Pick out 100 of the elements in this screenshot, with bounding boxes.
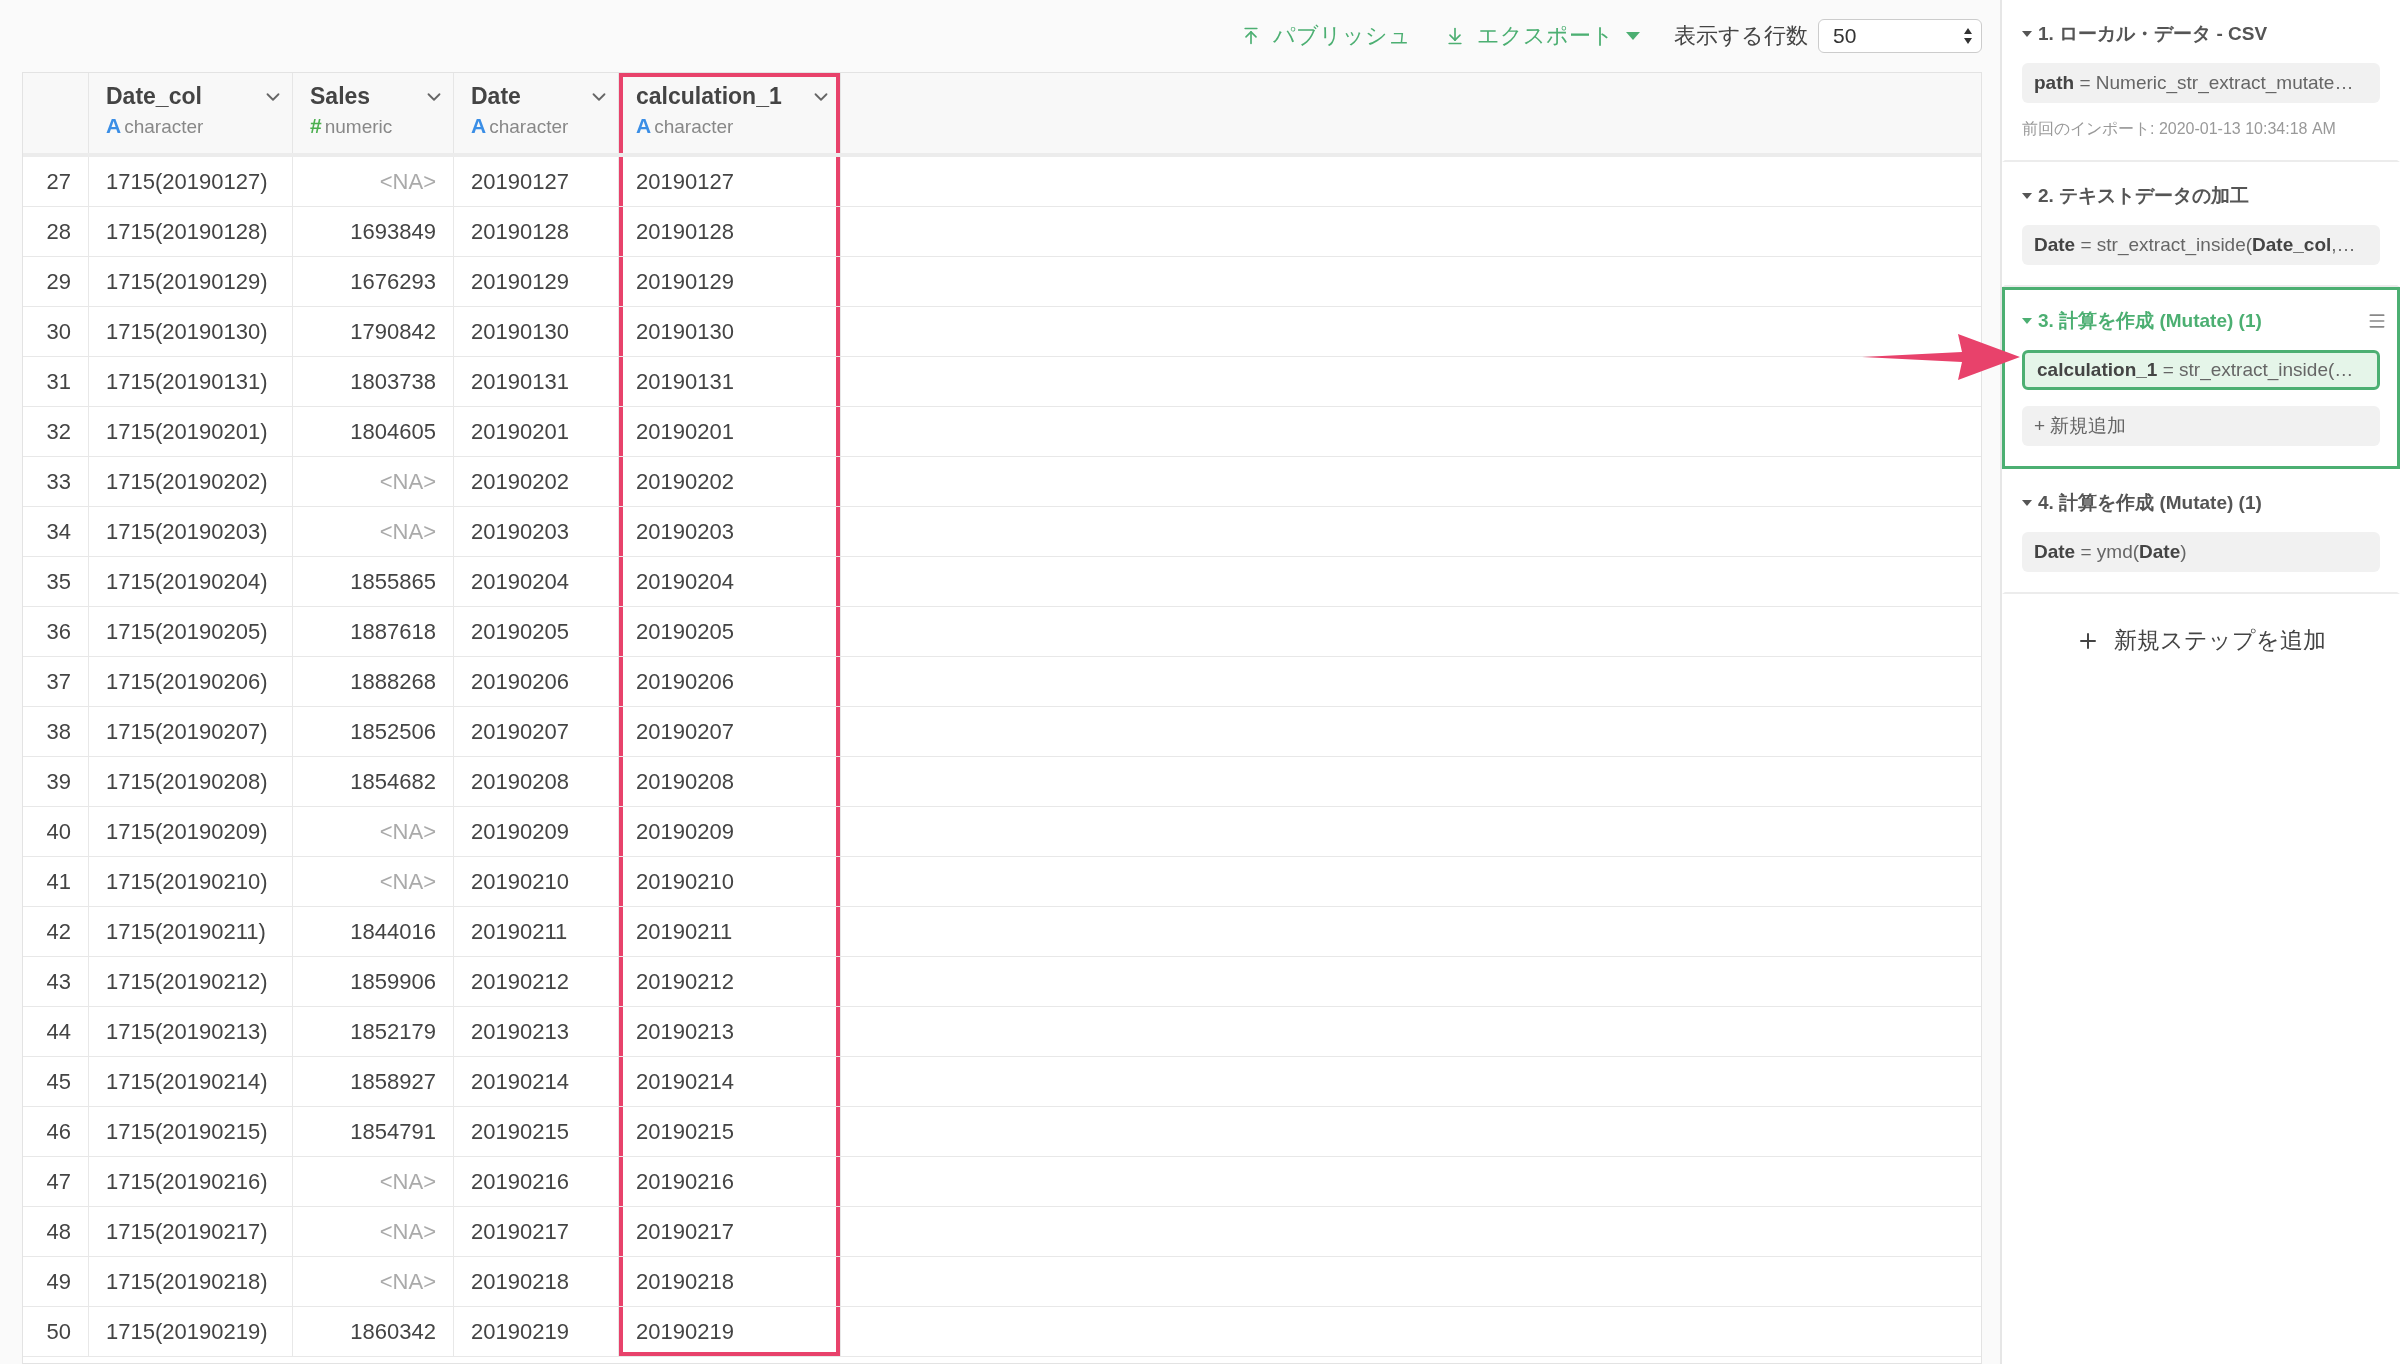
- row-number: 46: [23, 1107, 89, 1156]
- step-command[interactable]: calculation_1 = str_extract_inside(…: [2022, 350, 2380, 390]
- table-cell: 20190211: [454, 907, 619, 956]
- table-cell: 20190201: [454, 407, 619, 456]
- row-number: 48: [23, 1207, 89, 1256]
- table-cell: 20190127: [454, 157, 619, 206]
- table-cell: 20190207: [619, 707, 841, 756]
- table-cell: 1715(20190203): [89, 507, 293, 556]
- table-cell: 20190130: [454, 307, 619, 356]
- row-number: 44: [23, 1007, 89, 1056]
- import-note: 前回のインポート: 2020-01-13 10:34:18 AM: [2022, 119, 2337, 139]
- table-cell: 1715(20190217): [89, 1207, 293, 1256]
- table-cell: 1715(20190209): [89, 807, 293, 856]
- step-command[interactable]: Date = ymd(Date): [2022, 532, 2380, 572]
- table-cell: 20190128: [454, 207, 619, 256]
- expand-triangle-icon[interactable]: [2022, 500, 2032, 506]
- rows-select[interactable]: 50: [1818, 19, 1982, 53]
- table-cell: 1715(20190202): [89, 457, 293, 506]
- row-number: 31: [23, 357, 89, 406]
- missing-value-cell: <NA>: [293, 1207, 454, 1256]
- caret-icon: [1626, 32, 1640, 40]
- step-command[interactable]: Date = str_extract_inside(Date_col,…: [2022, 225, 2380, 265]
- row-number: 40: [23, 807, 89, 856]
- table-cell: 20190129: [454, 257, 619, 306]
- row-number: 32: [23, 407, 89, 456]
- missing-value-cell: <NA>: [293, 457, 454, 506]
- table-cell: 1715(20190207): [89, 707, 293, 756]
- table-cell: 1859906: [293, 957, 454, 1006]
- row-number: 27: [23, 157, 89, 206]
- table-cell: 1715(20190201): [89, 407, 293, 456]
- column-header[interactable]: Date A character: [454, 73, 619, 153]
- table-cell: 20190216: [619, 1157, 841, 1206]
- step-title: 4. 計算を作成 (Mutate) (1): [2038, 491, 2262, 515]
- table-cell: 20190213: [619, 1007, 841, 1056]
- row-number: 47: [23, 1157, 89, 1206]
- table-cell: 20190215: [454, 1107, 619, 1156]
- expand-triangle-icon[interactable]: [2022, 193, 2032, 199]
- missing-value-cell: <NA>: [293, 807, 454, 856]
- table-cell: 20190215: [619, 1107, 841, 1156]
- step-command[interactable]: path = Numeric_str_extract_mutate…: [2022, 63, 2380, 103]
- table-cell: 20190130: [619, 307, 841, 356]
- add-step-button[interactable]: 新規ステップを追加: [2070, 624, 2332, 657]
- table-cell: 20190127: [619, 157, 841, 206]
- row-number: 41: [23, 857, 89, 906]
- table-cell: 20190210: [619, 857, 841, 906]
- missing-value-cell: <NA>: [293, 857, 454, 906]
- table-cell: 1715(20190206): [89, 657, 293, 706]
- row-number: 42: [23, 907, 89, 956]
- table-cell: 1852506: [293, 707, 454, 756]
- table-cell: 20190206: [619, 657, 841, 706]
- table-cell: 20190210: [454, 857, 619, 906]
- table-cell: 20190212: [454, 957, 619, 1006]
- table-cell: 20190211: [619, 907, 841, 956]
- column-header[interactable]: calculation_1 A character: [619, 73, 841, 153]
- table-cell: 20190204: [619, 557, 841, 606]
- table-cell: 20190131: [454, 357, 619, 406]
- table-cell: 1715(20190218): [89, 1257, 293, 1306]
- row-number: 34: [23, 507, 89, 556]
- row-number: 33: [23, 457, 89, 506]
- table-cell: 20190218: [454, 1257, 619, 1306]
- table-cell: 20190219: [454, 1307, 619, 1356]
- table-cell: 20190205: [619, 607, 841, 656]
- table-cell: 20190216: [454, 1157, 619, 1206]
- table-cell: 1858927: [293, 1057, 454, 1106]
- step-card[interactable]: 2. テキストデータの加工 Date = str_extract_inside(Date_col,…: [2002, 162, 2400, 287]
- table-cell: 1715(20190212): [89, 957, 293, 1006]
- table-cell: 1715(20190216): [89, 1157, 293, 1206]
- row-number: 38: [23, 707, 89, 756]
- missing-value-cell: <NA>: [293, 1157, 454, 1206]
- table-cell: 1715(20190130): [89, 307, 293, 356]
- step-title: 2. テキストデータの加工: [2038, 184, 2250, 208]
- table-cell: 1715(20190211): [89, 907, 293, 956]
- upload-icon: [1241, 26, 1261, 46]
- table-cell: 20190213: [454, 1007, 619, 1056]
- table-cell: 1715(20190128): [89, 207, 293, 256]
- table-cell: 20190128: [619, 207, 841, 256]
- table-cell: 20190209: [619, 807, 841, 856]
- column-header[interactable]: Date_col A character: [89, 73, 293, 153]
- row-number: 30: [23, 307, 89, 356]
- step-card[interactable]: 4. 計算を作成 (Mutate) (1) Date = ymd(Date): [2002, 469, 2400, 594]
- row-number: 36: [23, 607, 89, 656]
- table-cell: 1715(20190213): [89, 1007, 293, 1056]
- table-cell: 1860342: [293, 1307, 454, 1356]
- step-title: 3. 計算を作成 (Mutate) (1): [2038, 309, 2262, 333]
- table-cell: 20190217: [619, 1207, 841, 1256]
- table-cell: 20190201: [619, 407, 841, 456]
- expand-triangle-icon[interactable]: [2022, 31, 2032, 37]
- table-cell: 20190214: [454, 1057, 619, 1106]
- row-number: 49: [23, 1257, 89, 1306]
- column-header[interactable]: Sales #numeric: [293, 73, 454, 153]
- menu-icon[interactable]: [2367, 311, 2387, 331]
- table-cell: 1715(20190208): [89, 757, 293, 806]
- row-number: 35: [23, 557, 89, 606]
- table-cell: 1804605: [293, 407, 454, 456]
- add-new-button[interactable]: + 新規追加: [2022, 406, 2380, 446]
- step-card[interactable]: 3. 計算を作成 (Mutate) (1) calculation_1 = str_extract_inside(… + 新規追加: [2002, 287, 2400, 469]
- table-cell: 20190212: [619, 957, 841, 1006]
- table-cell: 20190203: [454, 507, 619, 556]
- step-card[interactable]: 1. ローカル・データ - CSV path = Numeric_str_extract_mutate… 前回のインポート: 2020-01-13 10:34:18 AM: [2002, 0, 2400, 162]
- table-cell: 20190206: [454, 657, 619, 706]
